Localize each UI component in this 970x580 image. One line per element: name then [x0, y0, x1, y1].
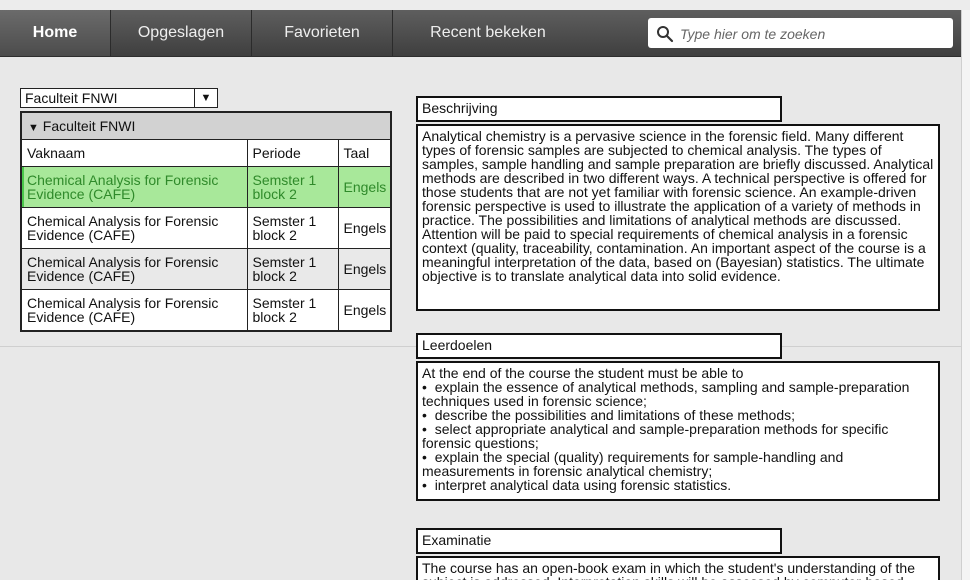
tab-home[interactable]: Home: [0, 10, 111, 56]
tab-favorieten[interactable]: Favorieten: [252, 10, 393, 56]
section-title-beschrijving: Beschrijving: [416, 96, 782, 122]
section-body-examinatie: The course has an open-book exam in whic…: [416, 556, 940, 580]
list-item-text: explain the special (quality) requiremen…: [422, 449, 844, 479]
search-box[interactable]: [648, 18, 953, 48]
course-language: Engels: [343, 302, 387, 318]
course-period: Semster 1 block 2: [247, 166, 339, 208]
course-language: Engels: [338, 166, 390, 208]
section-title-examinatie: Examinatie: [416, 528, 782, 554]
search-icon: [657, 26, 674, 43]
group-header[interactable]: ▼ Faculteit FNWI: [22, 113, 390, 140]
section-body-leerdoelen: At the end of the course the student mus…: [416, 361, 940, 501]
faculty-select-value: Faculteit FNWI: [25, 90, 118, 106]
course-name: Chemical Analysis for Forensic Evidence …: [22, 166, 248, 208]
tab-recent-bekeken[interactable]: Recent bekeken: [393, 10, 583, 56]
faculty-select[interactable]: Faculteit FNWI ▼: [20, 88, 218, 108]
top-strip: [0, 0, 970, 10]
course-period: Semster 1 block 2: [247, 207, 339, 249]
list-item-text: interpret analytical data using forensic…: [434, 477, 732, 493]
table-row[interactable]: Chemical Analysis for Forensic Evidence …: [22, 248, 390, 290]
table-row[interactable]: Chemical Analysis for Forensic Evidence …: [22, 207, 390, 249]
list-item: • select appropriate analytical and samp…: [422, 421, 889, 451]
course-language: Engels: [338, 207, 390, 249]
list-item-text: explain the essence of analytical method…: [422, 379, 910, 409]
column-header-vaknaam[interactable]: Vaknaam: [22, 140, 248, 167]
section-title-leerdoelen: Leerdoelen: [416, 333, 782, 359]
course-name: Chemical Analysis for Forensic Evidence …: [22, 289, 248, 330]
triangle-down-icon: ▼: [28, 122, 39, 134]
course-name: Chemical Analysis for Forensic Evidence …: [22, 207, 248, 249]
course-table: ▼ Faculteit FNWI Vaknaam Periode Taal Ch…: [20, 111, 392, 332]
list-item-text: select appropriate analytical and sample…: [422, 421, 889, 451]
group-label: Faculteit FNWI: [42, 118, 136, 134]
triangle-down-icon[interactable]: ▼: [194, 89, 217, 107]
nav-bar: Home Opgeslagen Favorieten Recent bekeke…: [0, 10, 961, 57]
search-input[interactable]: [678, 21, 947, 47]
list-item: • explain the essence of analytical meth…: [422, 379, 910, 409]
list-item: • interpret analytical data using forens…: [422, 477, 732, 493]
list-item: • describe the possibilities and limitat…: [422, 407, 795, 423]
table-row[interactable]: Chemical Analysis for Forensic Evidence …: [22, 166, 390, 208]
course-language: Engels: [338, 248, 390, 290]
table-row[interactable]: Chemical Analysis for Forensic Evidence …: [22, 289, 390, 330]
leerdoelen-intro: At the end of the course the student mus…: [422, 365, 744, 381]
column-header-periode[interactable]: Periode: [247, 140, 339, 167]
course-period: Semster 1 block 2: [247, 248, 339, 290]
course-name: Chemical Analysis for Forensic Evidence …: [22, 248, 248, 290]
column-header-taal[interactable]: Taal: [338, 140, 390, 167]
course-period: Semster 1 block 2: [247, 289, 339, 330]
section-body-beschrijving: Analytical chemistry is a pervasive scie…: [416, 124, 940, 311]
list-item: • explain the special (quality) requirem…: [422, 449, 844, 479]
page-scrollbar[interactable]: [961, 10, 970, 580]
tab-opgeslagen[interactable]: Opgeslagen: [111, 10, 252, 56]
